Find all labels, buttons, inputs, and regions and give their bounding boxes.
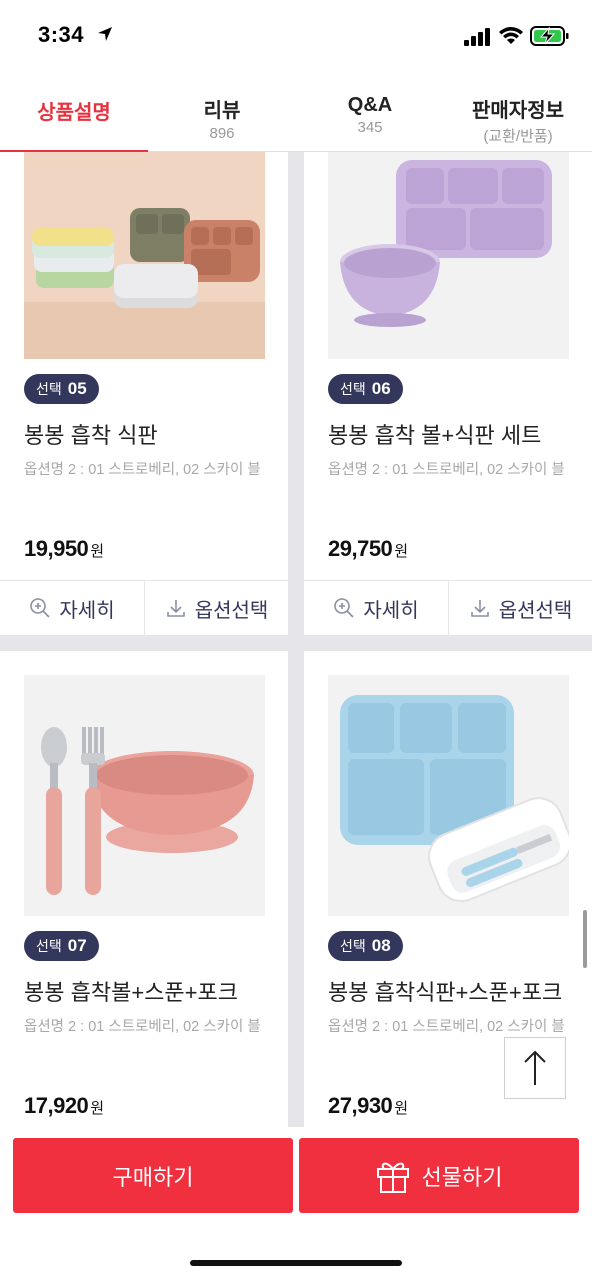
product-option-text: 옵션명 2 : 01 스트로베리, 02 스카이 블 [328, 462, 565, 478]
product-price: 17,920 원 [24, 1093, 104, 1119]
badge-prefix: 선택 [36, 381, 62, 397]
product-option-text: 옵션명 2 : 01 스트로베리, 02 스카이 블 [328, 1019, 565, 1035]
product-card[interactable]: 선택 05 봉봉 흡착 식판 옵션명 2 : 01 스트로베리, 02 스카이 블… [0, 152, 288, 635]
detail-button[interactable]: 자세히 [304, 581, 448, 635]
product-image[interactable] [24, 152, 265, 359]
price-value: 17,920 [24, 1093, 89, 1118]
product-name[interactable]: 봉봉 흡착식판+스푼+포크 [328, 975, 562, 1007]
download-icon [166, 600, 185, 617]
product-image[interactable] [24, 675, 265, 916]
detail-button[interactable]: 자세히 [0, 581, 144, 635]
product-price: 29,750 원 [328, 536, 408, 562]
tab-seller-info-sub: (교환/반품) [483, 128, 553, 145]
location-arrow-icon [98, 27, 112, 41]
price-unit: 원 [90, 1100, 104, 1117]
tab-reviews-count: 896 [209, 125, 235, 142]
gift-icon [376, 1162, 409, 1193]
product-grid: 선택 05 봉봉 흡착 식판 옵션명 2 : 01 스트로베리, 02 스카이 블… [0, 152, 592, 1127]
product-photo-bowl-spoon-fork [24, 675, 265, 916]
scroll-to-top-button[interactable] [504, 1037, 566, 1099]
option-badge: 선택 08 [328, 931, 403, 961]
tab-qna-label: Q&A [347, 94, 393, 116]
product-photo-bowl-plate [328, 152, 569, 359]
price-value: 27,930 [328, 1093, 393, 1118]
zoom-in-icon [30, 598, 50, 618]
price-unit: 원 [90, 543, 104, 560]
option-select-label: 옵션선택 [498, 599, 573, 622]
badge-prefix: 선택 [36, 938, 62, 954]
gift-button[interactable]: 선물하기 [299, 1138, 579, 1213]
gift-button-label: 선물하기 [421, 1164, 503, 1190]
product-image[interactable] [328, 152, 569, 359]
option-badge: 선택 06 [328, 374, 403, 404]
product-price: 27,930 원 [328, 1093, 408, 1119]
buy-button-label: 구매하기 [112, 1164, 194, 1190]
option-select-button[interactable]: 옵션선택 [144, 581, 288, 635]
tab-seller-info[interactable]: 판매자정보 (교환/반품) [444, 74, 592, 152]
badge-number: 05 [67, 379, 87, 398]
option-badge: 선택 05 [24, 374, 99, 404]
option-select-label: 옵션선택 [194, 599, 269, 622]
price-value: 19,950 [24, 536, 89, 561]
home-indicator [190, 1260, 402, 1266]
tab-reviews[interactable]: 리뷰 896 [148, 74, 296, 152]
product-price: 19,950 원 [24, 536, 104, 562]
card-actions: 자세히 옵션선택 [304, 580, 592, 635]
zoom-in-icon [334, 598, 354, 618]
badge-prefix: 선택 [340, 381, 366, 397]
product-card[interactable]: 선택 06 봉봉 흡착 볼+식판 세트 옵션명 2 : 01 스트로베리, 02 … [304, 152, 592, 635]
price-unit: 원 [394, 543, 408, 560]
tab-qna-count: 345 [357, 119, 383, 136]
badge-number: 06 [371, 379, 391, 398]
status-bar: 3:34 [0, 0, 592, 74]
price-value: 29,750 [328, 536, 393, 561]
arrow-up-icon [524, 1050, 546, 1085]
detail-button-label: 자세히 [363, 599, 419, 622]
cellular-signal-icon [464, 28, 490, 46]
product-option-text: 옵션명 2 : 01 스트로베리, 02 스카이 블 [24, 1019, 261, 1035]
wifi-icon [499, 27, 523, 44]
bottom-action-bar: 구매하기 선물하기 [0, 1127, 592, 1280]
product-image[interactable] [328, 675, 569, 916]
tab-description[interactable]: 상품설명 [0, 74, 148, 153]
option-badge: 선택 07 [24, 931, 99, 961]
detail-tabs: 상품설명 리뷰 896 Q&A 345 판매자정보 (교환/반품) [0, 74, 592, 153]
badge-number: 08 [371, 936, 391, 955]
status-time: 3:34 [38, 22, 85, 47]
badge-prefix: 선택 [340, 938, 366, 954]
product-option-text: 옵션명 2 : 01 스트로베리, 02 스카이 블 [24, 462, 261, 478]
battery-charging-icon [530, 26, 569, 46]
product-name[interactable]: 봉봉 흡착 식판 [24, 418, 158, 450]
badge-number: 07 [67, 936, 87, 955]
tab-description-label: 상품설명 [37, 102, 111, 124]
product-photo-plates [24, 152, 265, 359]
scrollbar-thumb[interactable] [583, 910, 587, 968]
tab-qna[interactable]: Q&A 345 [296, 74, 444, 152]
product-card[interactable]: 선택 07 봉봉 흡착볼+스푼+포크 옵션명 2 : 01 스트로베리, 02 스… [0, 651, 288, 1127]
product-name[interactable]: 봉봉 흡착 볼+식판 세트 [328, 418, 541, 450]
tab-reviews-label: 리뷰 [203, 100, 241, 122]
option-select-button[interactable]: 옵션선택 [448, 581, 592, 635]
detail-button-label: 자세히 [59, 599, 115, 622]
download-icon [470, 600, 489, 617]
product-photo-plate-spoon-fork [328, 675, 569, 916]
card-actions: 자세히 옵션선택 [0, 580, 288, 635]
price-unit: 원 [394, 1100, 408, 1117]
product-name[interactable]: 봉봉 흡착볼+스푼+포크 [24, 975, 238, 1007]
buy-button[interactable]: 구매하기 [13, 1138, 293, 1213]
tab-seller-info-label: 판매자정보 [472, 100, 564, 122]
